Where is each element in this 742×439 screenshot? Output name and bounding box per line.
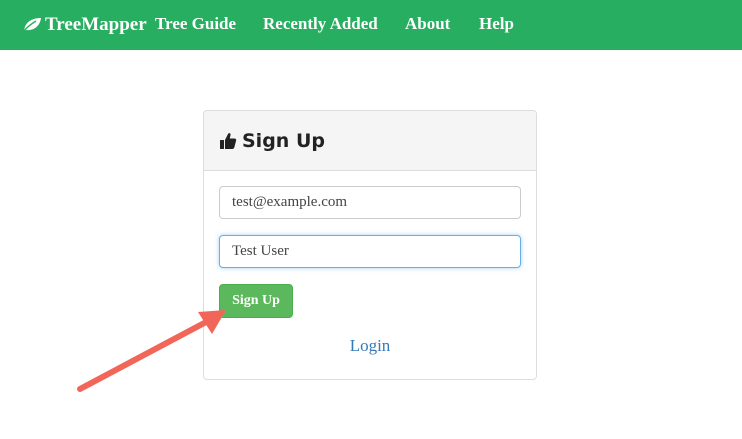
nav-tree-guide[interactable]: Tree Guide [155, 14, 236, 34]
signup-panel: Sign Up Sign Up Login [203, 110, 537, 380]
navbar: TreeMapper Tree Guide Recently Added Abo… [0, 0, 742, 50]
email-field[interactable] [219, 186, 521, 219]
nav-help[interactable]: Help [479, 14, 514, 34]
panel-heading: Sign Up [204, 111, 536, 171]
brand-name: TreeMapper [45, 14, 147, 35]
brand-link[interactable]: TreeMapper [22, 14, 147, 36]
signup-button[interactable]: Sign Up [219, 284, 293, 318]
nav-about[interactable]: About [405, 14, 450, 34]
nav-recently-added[interactable]: Recently Added [263, 14, 378, 34]
thumbs-up-icon [219, 132, 237, 150]
login-link[interactable]: Login [204, 336, 536, 356]
name-field[interactable] [219, 235, 521, 268]
leaf-icon [22, 17, 42, 33]
panel-title: Sign Up [242, 129, 325, 152]
